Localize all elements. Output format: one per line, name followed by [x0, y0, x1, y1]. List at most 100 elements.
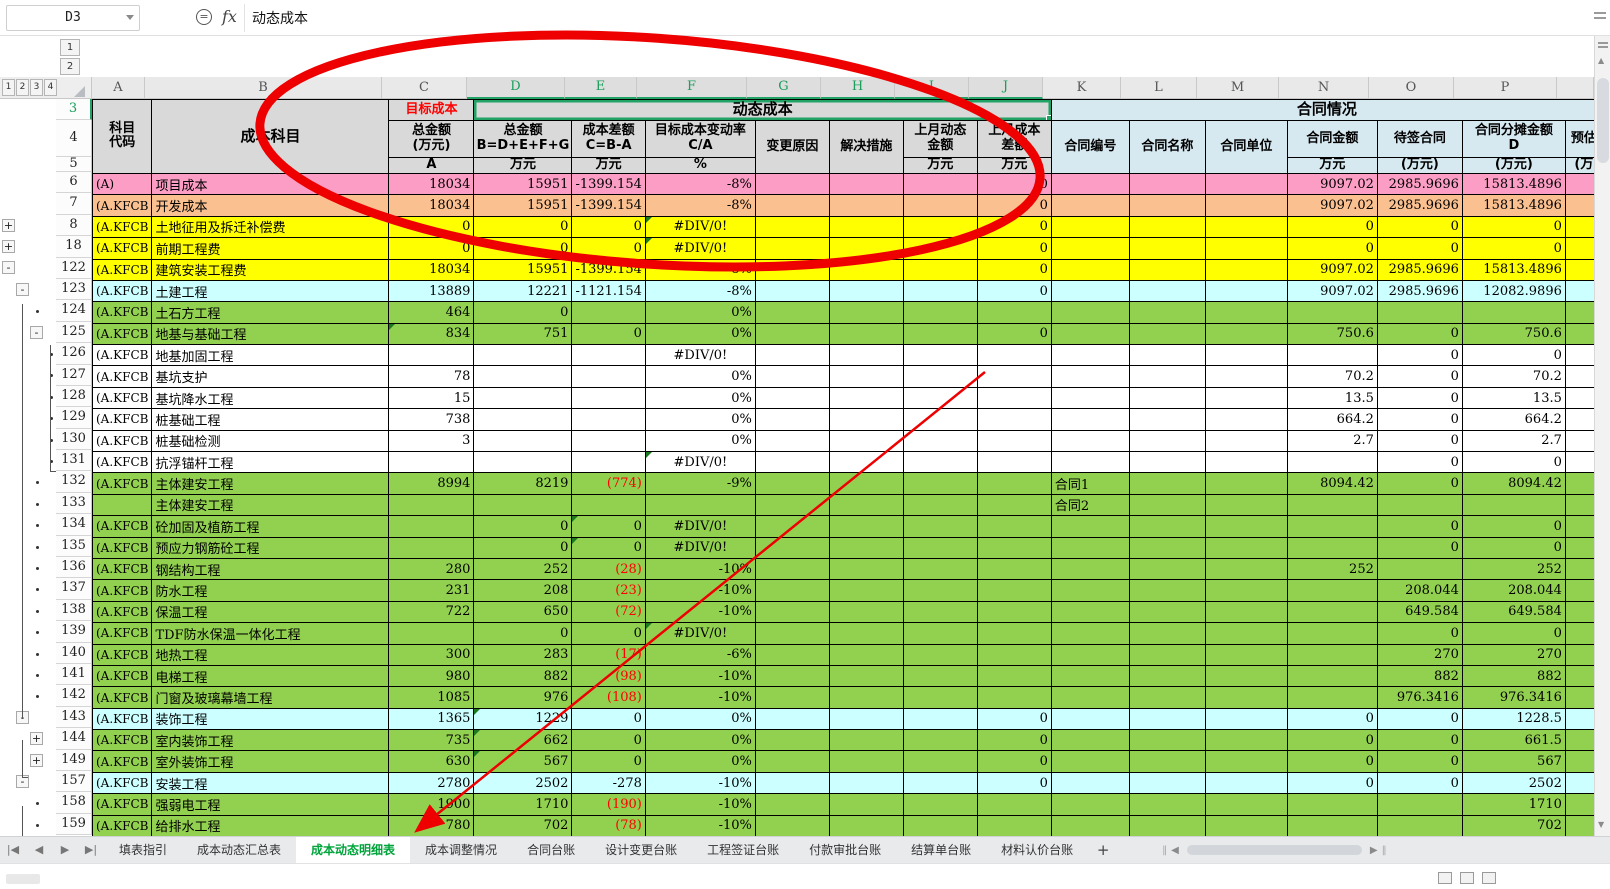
- cell-F125[interactable]: 0%: [645, 323, 755, 344]
- selected-range-dynamic-cost[interactable]: 动态成本: [474, 100, 1051, 121]
- cell-F128[interactable]: 0%: [645, 387, 755, 408]
- cell-N6[interactable]: 9097.02: [1287, 173, 1377, 194]
- cell-C129[interactable]: 738: [389, 409, 474, 430]
- cell-J138[interactable]: [977, 601, 1051, 622]
- cell-J140[interactable]: [977, 644, 1051, 665]
- cell-M127[interactable]: [1205, 366, 1287, 387]
- cell-J126[interactable]: [977, 345, 1051, 366]
- cell-M137[interactable]: [1205, 580, 1287, 601]
- cell-N142[interactable]: [1287, 687, 1377, 708]
- header-cell-j4[interactable]: 上月成本差额: [977, 121, 1051, 158]
- cell-C141[interactable]: 980: [389, 665, 474, 686]
- header-cell-g[interactable]: 变更原因: [755, 121, 829, 174]
- cell-P123[interactable]: 12082.9896: [1462, 280, 1565, 301]
- cell-H139[interactable]: [829, 623, 903, 644]
- cell-F142[interactable]: -10%: [645, 687, 755, 708]
- row-header-124[interactable]: 124: [56, 300, 92, 321]
- cell-G132[interactable]: [755, 473, 829, 494]
- cell-M123[interactable]: [1205, 280, 1287, 301]
- cell-K134[interactable]: [1051, 516, 1129, 537]
- cell-G123[interactable]: [755, 280, 829, 301]
- cell-K125[interactable]: [1051, 323, 1129, 344]
- cell-D125[interactable]: 751: [474, 323, 572, 344]
- vertical-split-icon[interactable]: [1598, 42, 1608, 48]
- cell-G140[interactable]: [755, 644, 829, 665]
- sheet-tab-4[interactable]: 成本调整情况: [410, 837, 512, 863]
- cell-C130[interactable]: 3: [389, 430, 474, 451]
- cell-P18[interactable]: 0: [1462, 238, 1565, 259]
- header-cell-c5[interactable]: A: [389, 158, 474, 174]
- cell-N137[interactable]: [1287, 580, 1377, 601]
- cell-J136[interactable]: [977, 558, 1051, 579]
- cell-P137[interactable]: 208.044: [1462, 580, 1565, 601]
- cell-K139[interactable]: [1051, 623, 1129, 644]
- cell-L142[interactable]: [1129, 687, 1205, 708]
- cell-H143[interactable]: [829, 708, 903, 729]
- cell-A123[interactable]: (A.KFCB: [93, 280, 152, 301]
- header-cell-j5[interactable]: 万元: [977, 158, 1051, 174]
- cell-D129[interactable]: [474, 409, 572, 430]
- cell-O159[interactable]: [1377, 815, 1462, 836]
- column-outline-level-2-button[interactable]: 2: [60, 58, 80, 75]
- cell-N125[interactable]: 750.6: [1287, 323, 1377, 344]
- cell-H133[interactable]: [829, 494, 903, 515]
- cell-D123[interactable]: 12221: [474, 280, 572, 301]
- cell-D142[interactable]: 976: [474, 687, 572, 708]
- header-cell-target[interactable]: 目标成本: [389, 100, 474, 121]
- cell-D132[interactable]: 8219: [474, 473, 572, 494]
- cell-C149[interactable]: 630: [389, 751, 474, 772]
- cell-L159[interactable]: [1129, 815, 1205, 836]
- row-header-141[interactable]: 141: [56, 664, 92, 685]
- row-header-158[interactable]: 158: [56, 792, 92, 813]
- split-handle-icon[interactable]: [1594, 12, 1606, 19]
- cell-K130[interactable]: [1051, 430, 1129, 451]
- cell-J133[interactable]: [977, 494, 1051, 515]
- cell-E127[interactable]: [572, 366, 645, 387]
- cell-L123[interactable]: [1129, 280, 1205, 301]
- cell-H129[interactable]: [829, 409, 903, 430]
- cell-C140[interactable]: 300: [389, 644, 474, 665]
- cell-N135[interactable]: [1287, 537, 1377, 558]
- cell-A159[interactable]: (A.KFCB: [93, 815, 152, 836]
- cell-B143[interactable]: 装饰工程: [152, 708, 389, 729]
- cell-O128[interactable]: 0: [1377, 387, 1462, 408]
- cell-M122[interactable]: [1205, 259, 1287, 280]
- cell-B126[interactable]: 地基加固工程: [152, 345, 389, 366]
- cell-E158[interactable]: (190): [572, 794, 645, 815]
- cell-C127[interactable]: 78: [389, 366, 474, 387]
- header-cell-b[interactable]: 成本科目: [152, 100, 389, 174]
- cell-E130[interactable]: [572, 430, 645, 451]
- insert-function-fx-icon[interactable]: fx: [222, 7, 237, 26]
- cell-J124[interactable]: [977, 302, 1051, 323]
- cell-J157[interactable]: 0: [977, 772, 1051, 793]
- cell-F139[interactable]: #DIV/0!: [645, 623, 755, 644]
- cell-C157[interactable]: 2780: [389, 772, 474, 793]
- cell-P135[interactable]: 0: [1462, 537, 1565, 558]
- cell-L6[interactable]: [1129, 173, 1205, 194]
- row-header-128[interactable]: 128: [56, 386, 92, 407]
- cell-L144[interactable]: [1129, 730, 1205, 751]
- cell-D18[interactable]: 0: [474, 238, 572, 259]
- cell-K143[interactable]: [1051, 708, 1129, 729]
- cell-F141[interactable]: -10%: [645, 665, 755, 686]
- cell-M18[interactable]: [1205, 238, 1287, 259]
- cell-O157[interactable]: 0: [1377, 772, 1462, 793]
- cell-F133[interactable]: [645, 494, 755, 515]
- row-header-138[interactable]: 138: [56, 600, 92, 621]
- cell-P126[interactable]: 0: [1462, 345, 1565, 366]
- cell-H136[interactable]: [829, 558, 903, 579]
- header-cell-l[interactable]: 合同名称: [1129, 121, 1205, 174]
- cell-O132[interactable]: 0: [1377, 473, 1462, 494]
- cell-G6[interactable]: [755, 173, 829, 194]
- cell-N8[interactable]: 0: [1287, 216, 1377, 237]
- cell-E143[interactable]: 0: [572, 708, 645, 729]
- expand-group-button-row-144[interactable]: +: [30, 732, 43, 745]
- cell-K142[interactable]: [1051, 687, 1129, 708]
- cell-J129[interactable]: [977, 409, 1051, 430]
- cell-F127[interactable]: 0%: [645, 366, 755, 387]
- cell-N140[interactable]: [1287, 644, 1377, 665]
- sheet-tab-2[interactable]: 成本动态汇总表: [182, 837, 296, 863]
- cell-C126[interactable]: [389, 345, 474, 366]
- row-outline-level-4-button[interactable]: 4: [44, 79, 57, 96]
- cell-E139[interactable]: 0: [572, 623, 645, 644]
